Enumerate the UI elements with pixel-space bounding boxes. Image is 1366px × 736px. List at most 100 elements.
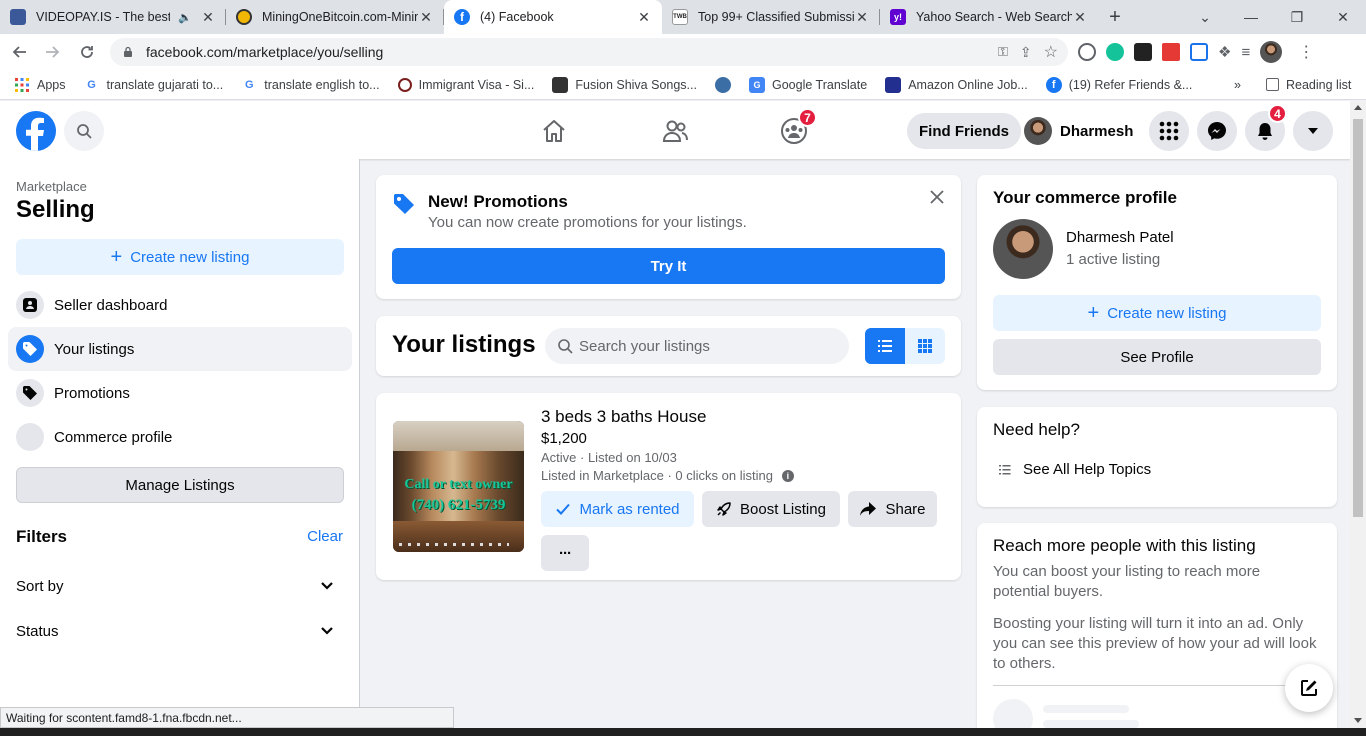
sidebar-item-label: Seller dashboard	[54, 296, 168, 314]
sort-by-filter[interactable]: Sort by	[16, 577, 344, 595]
bookmark-immigrant-visa[interactable]: Immigrant Visa - Si...	[397, 77, 534, 92]
mark-as-rented-button[interactable]: Mark as rented	[541, 491, 694, 527]
scrollbar-thumb[interactable]	[1353, 119, 1363, 517]
button-label: Create new listing	[1107, 304, 1227, 322]
browser-tab-yahoo[interactable]: y! Yahoo Search - Web Search ✕	[880, 0, 1098, 34]
try-it-button[interactable]: Try It	[392, 248, 945, 284]
browser-menu-icon[interactable]: ⋮	[1298, 42, 1314, 62]
back-arrow-icon[interactable]	[4, 37, 34, 67]
media-queue-icon[interactable]: ≡	[1241, 44, 1250, 61]
info-icon[interactable]: i	[781, 469, 794, 482]
create-new-listing-button[interactable]: + Create new listing	[16, 239, 344, 275]
ad-preview-placeholder-line	[1043, 720, 1139, 728]
restore-button[interactable]: ❐	[1274, 0, 1320, 34]
star-extension-icon[interactable]	[1162, 43, 1180, 61]
reload-icon[interactable]	[72, 37, 102, 67]
find-friends-button[interactable]: Find Friends	[907, 113, 1021, 149]
profile-chip[interactable]: Dharmesh	[1020, 113, 1141, 149]
manage-listings-button[interactable]: Manage Listings	[16, 467, 344, 503]
grammarly-extension-icon[interactable]	[1106, 43, 1124, 61]
tab-close-icon[interactable]: ✕	[200, 9, 216, 26]
boost-listing-button[interactable]: Boost Listing	[702, 491, 840, 527]
clear-filters-link[interactable]: Clear	[307, 528, 343, 545]
account-button[interactable]	[1293, 111, 1333, 151]
facebook-search-button[interactable]	[64, 111, 104, 151]
list-view-toggle[interactable]	[865, 328, 905, 364]
speaker-icon[interactable]: 🔈	[178, 11, 192, 24]
breadcrumb[interactable]: Marketplace	[16, 179, 87, 194]
new-message-button[interactable]	[1285, 664, 1333, 712]
browser-tab-videopay[interactable]: VIDEOPAY.IS - The best w 🔈 ✕	[0, 0, 226, 34]
share-button[interactable]: Share	[848, 491, 937, 527]
new-tab-button[interactable]: +	[1098, 0, 1132, 34]
compose-icon	[1301, 680, 1317, 696]
close-window-button[interactable]: ✕	[1320, 0, 1366, 34]
reading-list-button[interactable]: Reading list	[1266, 78, 1351, 92]
bookmark-translate-gujarati[interactable]: G translate gujarati to...	[84, 77, 223, 93]
sidebar-item-promotions[interactable]: Promotions	[8, 371, 352, 415]
tab-search-chevron-icon[interactable]: ⌄	[1182, 0, 1228, 34]
scroll-down-arrow-icon[interactable]	[1354, 718, 1362, 723]
browser-profile-avatar[interactable]	[1260, 41, 1283, 63]
scroll-up-arrow-icon[interactable]	[1354, 105, 1362, 110]
menu-button[interactable]	[1149, 111, 1189, 151]
sidebar-item-seller-dashboard[interactable]: Seller dashboard	[8, 283, 352, 327]
minimize-button[interactable]: —	[1228, 0, 1274, 34]
forward-arrow-icon[interactable]	[38, 37, 68, 67]
sidebar-item-label: Promotions	[54, 384, 130, 402]
bookmark-star-icon[interactable]: ☆	[1044, 42, 1058, 62]
bookmark-refer-friends[interactable]: f (19) Refer Friends &...	[1045, 76, 1192, 93]
facebook-logo-icon[interactable]	[16, 111, 56, 151]
groups-nav-button[interactable]: 7	[774, 108, 817, 151]
pinterest-extension-icon[interactable]	[1078, 43, 1096, 61]
messenger-button[interactable]	[1197, 111, 1237, 151]
bookmark-fusion-shiva[interactable]: Fusion Shiva Songs...	[552, 76, 697, 93]
notifications-button[interactable]: 4	[1245, 104, 1287, 151]
bookmark-amazon-job[interactable]: Amazon Online Job...	[885, 76, 1028, 93]
page-scrollbar[interactable]	[1350, 101, 1366, 728]
tab-close-icon[interactable]: ✕	[854, 9, 870, 26]
see-all-help-topics-link[interactable]: See All Help Topics	[999, 461, 1151, 478]
status-filter[interactable]: Status	[16, 622, 344, 640]
search-listings-input[interactable]	[579, 337, 819, 355]
grid-view-toggle[interactable]	[905, 328, 945, 364]
apps-grid-icon	[14, 77, 30, 93]
tab-close-icon[interactable]: ✕	[1072, 9, 1088, 26]
bookmark-apps[interactable]: Apps	[14, 77, 66, 93]
avatar[interactable]	[993, 219, 1053, 279]
search-listings-field[interactable]	[545, 328, 849, 364]
share-arrow-icon	[860, 502, 877, 516]
more-options-button[interactable]: ···	[541, 535, 589, 571]
home-nav-button[interactable]	[534, 111, 574, 151]
listing-status: Active · Listed on 10/03	[541, 450, 677, 465]
address-bar[interactable]: facebook.com/marketplace/you/selling ⚿ ⇪…	[110, 38, 1068, 66]
close-icon[interactable]	[925, 185, 949, 209]
listing-thumbnail[interactable]: Call or text owner (740) 621-5739	[393, 421, 524, 552]
notifications-badge: 4	[1268, 104, 1287, 123]
sidebar-item-commerce-profile[interactable]: Commerce profile	[8, 415, 352, 459]
commerce-create-listing-button[interactable]: + Create new listing	[993, 295, 1321, 331]
checklist-extension-icon[interactable]	[1190, 43, 1208, 61]
bookmark-translate-english[interactable]: G translate english to...	[241, 77, 380, 93]
bookmarks-overflow-chevron-icon[interactable]: »	[1234, 78, 1241, 92]
friends-nav-button[interactable]	[655, 111, 695, 151]
tab-close-icon[interactable]: ✕	[418, 9, 434, 26]
sidebar-item-your-listings[interactable]: Your listings	[8, 327, 352, 371]
browser-tab-classified[interactable]: TWB Top 99+ Classified Submissio ✕	[662, 0, 880, 34]
tab-close-icon[interactable]: ✕	[636, 9, 652, 26]
facebook-favicon-icon: f	[454, 9, 470, 25]
key-icon[interactable]: ⚿	[998, 44, 1008, 60]
see-profile-button[interactable]: See Profile	[993, 339, 1321, 375]
share-page-icon[interactable]: ⇪	[1020, 44, 1032, 61]
ad-preview-placeholder-line	[1043, 705, 1129, 713]
browser-tab-facebook[interactable]: f (4) Facebook ✕	[444, 0, 662, 34]
filter-label: Status	[16, 622, 59, 640]
binance-extension-icon[interactable]	[1134, 43, 1152, 61]
puzzle-extensions-icon[interactable]: ❖	[1218, 43, 1231, 61]
commerce-profile-name[interactable]: Dharmesh Patel	[1066, 229, 1174, 246]
bookmark-google-translate[interactable]: G Google Translate	[748, 76, 867, 93]
listing-title[interactable]: 3 beds 3 baths House	[541, 407, 706, 427]
bookmark-globe[interactable]	[714, 76, 731, 93]
listing-price: $1,200	[541, 430, 587, 447]
browser-tab-miningonebitcoin[interactable]: MiningOneBitcoin.com-Minin ✕	[226, 0, 444, 34]
